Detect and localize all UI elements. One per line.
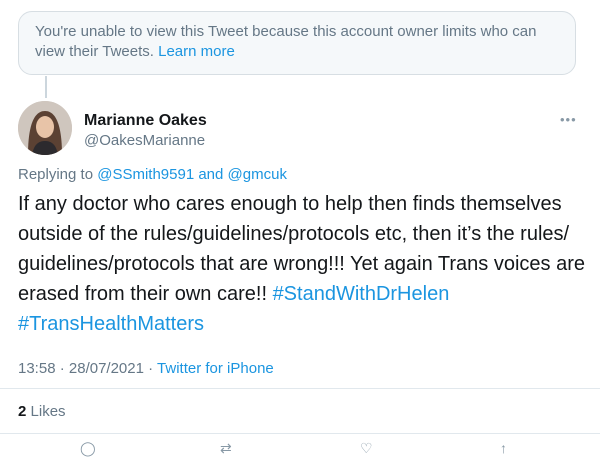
reply-user-link[interactable]: @gmcuk xyxy=(228,166,287,183)
more-icon[interactable]: ••• xyxy=(560,112,577,127)
reply-user-link[interactable]: @SSmith9591 xyxy=(97,166,194,183)
tweet-source-link[interactable]: Twitter for iPhone xyxy=(157,360,274,377)
divider xyxy=(0,433,600,434)
learn-more-link[interactable]: Learn more xyxy=(158,43,235,60)
tweet-meta: 13:58 · 28/07/2021 · Twitter for iPhone xyxy=(18,360,274,377)
author-name[interactable]: Marianne Oakes xyxy=(84,112,207,130)
thread-connector-line xyxy=(45,76,47,98)
likes-count[interactable]: 2 Likes xyxy=(18,403,66,420)
share-icon[interactable]: ↑ xyxy=(500,440,507,456)
replying-to: Replying to @SSmith9591 and @gmcuk xyxy=(18,166,287,183)
tweet-date[interactable]: 28/07/2021 xyxy=(69,360,144,377)
author-handle[interactable]: @OakesMarianne xyxy=(84,132,205,149)
divider xyxy=(0,388,600,389)
hashtag-link[interactable]: #StandWithDrHelen xyxy=(273,283,450,305)
tweet-time[interactable]: 13:58 xyxy=(18,360,56,377)
limited-tweet-notice: You're unable to view this Tweet because… xyxy=(18,11,576,75)
hashtag-link[interactable]: #TransHealthMatters xyxy=(18,313,204,335)
tweet-text: If any doctor who cares enough to help t… xyxy=(18,193,586,335)
notice-text: You're unable to view this Tweet because… xyxy=(35,23,537,60)
avatar[interactable] xyxy=(18,101,72,155)
